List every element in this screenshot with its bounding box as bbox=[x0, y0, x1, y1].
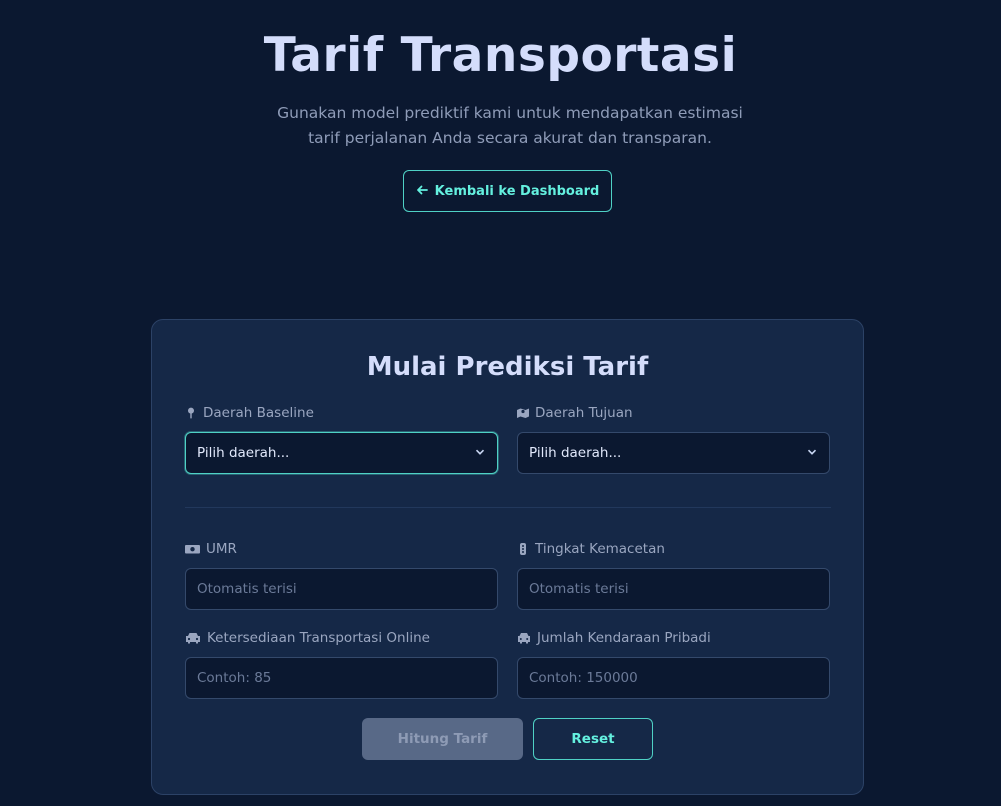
umr-input[interactable] bbox=[185, 568, 498, 610]
back-to-dashboard-button[interactable]: Kembali ke Dashboard bbox=[403, 170, 612, 212]
subtitle-line-1: Gunakan model prediktif kami untuk menda… bbox=[277, 104, 743, 122]
back-button-label: Kembali ke Dashboard bbox=[434, 183, 600, 199]
car-icon bbox=[517, 632, 531, 644]
online-label-text: Ketersediaan Transportasi Online bbox=[207, 630, 430, 646]
taxi-icon bbox=[185, 632, 201, 644]
baseline-label: Daerah Baseline bbox=[185, 405, 314, 421]
umr-label: UMR bbox=[185, 541, 237, 557]
money-icon bbox=[185, 543, 200, 555]
chevron-down-icon bbox=[475, 445, 485, 461]
baseline-label-text: Daerah Baseline bbox=[203, 405, 314, 421]
page: Tarif Transportasi Gunakan model predikt… bbox=[0, 0, 1001, 806]
subtitle-line-2: tarif perjalanan Anda secara akurat dan … bbox=[308, 129, 712, 147]
tujuan-select-value: Pilih daerah... bbox=[529, 445, 622, 461]
page-title: Tarif Transportasi bbox=[263, 28, 738, 83]
kemacetan-input[interactable] bbox=[517, 568, 830, 610]
form-title: Mulai Prediksi Tarif bbox=[366, 352, 649, 382]
tujuan-label-text: Daerah Tujuan bbox=[535, 405, 633, 421]
baseline-select-value: Pilih daerah... bbox=[197, 445, 290, 461]
baseline-select[interactable]: Pilih daerah... bbox=[185, 432, 498, 474]
kemacetan-label: Tingkat Kemacetan bbox=[517, 541, 665, 557]
arrow-left-icon bbox=[416, 184, 428, 199]
hitung-tarif-button[interactable]: Hitung Tarif bbox=[362, 718, 523, 760]
umr-label-text: UMR bbox=[206, 541, 237, 557]
map-icon bbox=[517, 407, 529, 419]
page-subtitle: Gunakan model prediktif kami untuk menda… bbox=[250, 101, 770, 151]
online-input[interactable] bbox=[185, 657, 498, 699]
tujuan-select[interactable]: Pilih daerah... bbox=[517, 432, 830, 474]
section-divider bbox=[185, 507, 831, 508]
prediction-form-card: Mulai Prediksi Tarif Daerah Baseline Pil… bbox=[151, 319, 864, 795]
pribadi-label-text: Jumlah Kendaraan Pribadi bbox=[537, 630, 711, 646]
pribadi-label: Jumlah Kendaraan Pribadi bbox=[517, 630, 711, 646]
pribadi-input[interactable] bbox=[517, 657, 830, 699]
chevron-down-icon bbox=[807, 445, 817, 461]
traffic-light-icon bbox=[517, 543, 529, 555]
kemacetan-label-text: Tingkat Kemacetan bbox=[535, 541, 665, 557]
reset-button[interactable]: Reset bbox=[533, 718, 653, 760]
map-pin-icon bbox=[185, 407, 197, 419]
tujuan-label: Daerah Tujuan bbox=[517, 405, 633, 421]
online-label: Ketersediaan Transportasi Online bbox=[185, 630, 430, 646]
